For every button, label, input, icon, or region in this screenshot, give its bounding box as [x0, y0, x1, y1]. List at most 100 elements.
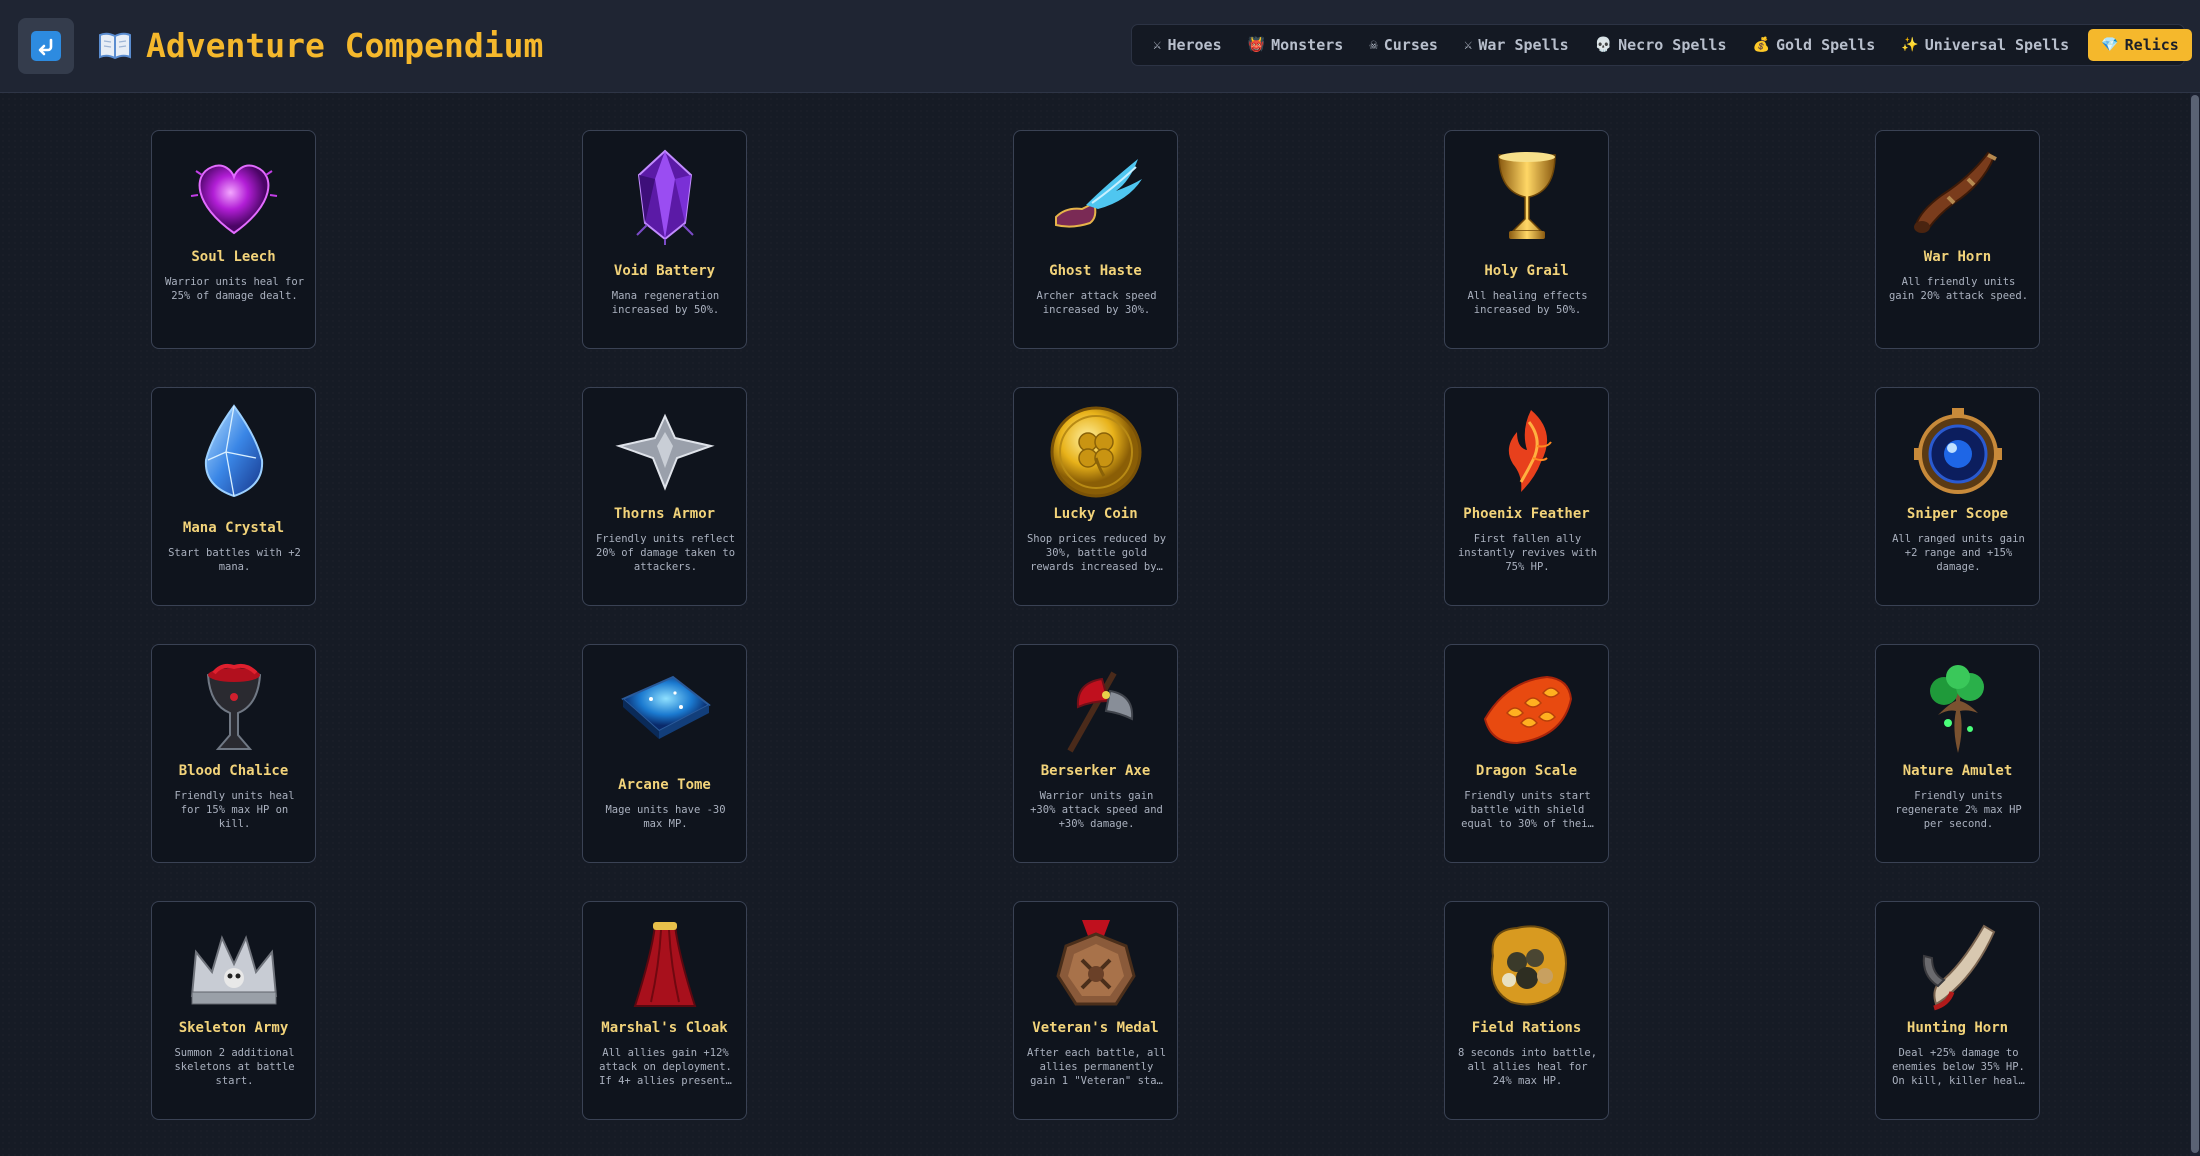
relic-name: Nature Amulet: [1902, 763, 2013, 779]
relic-card-hunting-horn[interactable]: Hunting Horn Deal +25% damage to enemies …: [1875, 901, 2040, 1120]
tab-label: Monsters: [1271, 36, 1344, 54]
relic-description: Mana regeneration increased by 50%.: [611, 290, 720, 316]
relic-card-marshal-s-cloak[interactable]: Marshal's Cloak All allies gain +12% atta…: [582, 901, 747, 1120]
relic-description: Warrior units heal for 25% of damage dea…: [164, 276, 305, 302]
skull-icon: 💀: [1594, 37, 1613, 53]
tab-label: Curses: [1383, 36, 1438, 54]
relic-card-void-battery[interactable]: Void Battery Mana regeneration increased …: [582, 130, 747, 349]
relic-card-skeleton-army[interactable]: Skeleton Army Summon 2 additional skeleto…: [151, 901, 316, 1120]
relic-card-berserker-axe[interactable]: Berserker Axe Warrior units gain +30% att…: [1013, 644, 1178, 863]
tab-relics[interactable]: 💎 Relics: [2088, 29, 2192, 61]
ration-sack-icon: [1477, 916, 1577, 1016]
relic-description: 8 seconds into battle, all allies heal f…: [1457, 1047, 1598, 1087]
tab-label: Universal Spells: [1924, 36, 2070, 54]
relic-name: Veteran's Medal: [1032, 1020, 1159, 1036]
relic-description: Warrior units gain +30% attack speed and…: [1030, 790, 1163, 830]
tab-necro-spells[interactable]: 💀 Necro Spells: [1582, 29, 1740, 61]
relic-description: Friendly units reflect 20% of damage tak…: [595, 533, 736, 573]
relic-description: First fallen ally instantly revives with…: [1457, 533, 1598, 573]
flame-feather-icon: [1477, 402, 1577, 502]
relic-card-soul-leech[interactable]: Soul Leech Warrior units heal for 25% of …: [151, 130, 316, 349]
tab-label: Gold Spells: [1775, 36, 1876, 54]
tab-war-spells[interactable]: ⚔ War Spells: [1451, 29, 1582, 61]
money-bag-icon: 💰: [1752, 37, 1770, 53]
tab-label: Heroes: [1167, 36, 1222, 54]
relic-name: Lucky Coin: [1053, 506, 1138, 522]
relic-name: War Horn: [1923, 249, 1992, 265]
relic-name: Hunting Horn: [1906, 1020, 2009, 1036]
relic-name: Soul Leech: [191, 249, 276, 265]
tab-universal-spells[interactable]: ✨ Universal Spells: [1888, 29, 2082, 61]
relic-name: Holy Grail: [1484, 263, 1569, 279]
relic-name: Field Rations: [1471, 1020, 1582, 1036]
top-bar: Adventure Compendium ⚔ Heroes 👹 Monsters ☠ Cu…: [0, 0, 2200, 93]
tab-label: Relics: [2124, 36, 2179, 54]
relic-description: Shop prices reduced by 30%, battle gold …: [1026, 533, 1167, 573]
relic-description: All friendly units gain 20% attack speed…: [1888, 276, 2029, 302]
category-tabs: ⚔ Heroes 👹 Monsters ☠ Curses ⚔ War Spells 💀 Necro…: [1131, 24, 2192, 66]
relic-name: Dragon Scale: [1475, 763, 1578, 779]
return-arrow-icon: [31, 31, 61, 61]
scope-lens-icon: [1908, 402, 2008, 502]
relic-name: Void Battery: [613, 263, 716, 279]
relic-card-blood-chalice[interactable]: Blood Chalice Friendly units heal for 15%…: [151, 644, 316, 863]
crossed-swords-icon: ⚔: [1153, 37, 1162, 53]
relic-card-veteran-s-medal[interactable]: Veteran's Medal After each battle, all al…: [1013, 901, 1178, 1120]
relic-card-field-rations[interactable]: Field Rations 8 seconds into battle, all …: [1444, 901, 1609, 1120]
gem-icon: 💎: [2101, 37, 2119, 53]
tree-amulet-icon: [1908, 659, 2008, 759]
relic-name: Mana Crystal: [182, 520, 285, 536]
relic-description: Friendly units regenerate 2% max HP per …: [1895, 790, 2022, 830]
page-title: Adventure Compendium: [146, 26, 544, 65]
spiked-armor-icon: [615, 402, 715, 502]
clover-coin-icon: [1046, 402, 1146, 502]
scrollbar-thumb[interactable]: [2191, 95, 2199, 1153]
tab-monsters[interactable]: 👹 Monsters: [1235, 29, 1357, 61]
relic-card-nature-amulet[interactable]: Nature Amulet Friendly units regenerate 2…: [1875, 644, 2040, 863]
relic-card-lucky-coin[interactable]: Lucky Coin Shop prices reduced by 30%, ba…: [1013, 387, 1178, 606]
tab-heroes[interactable]: ⚔ Heroes: [1140, 29, 1235, 61]
purple-heart-icon: [184, 145, 284, 245]
relic-description: All ranged units gain +2 range and +15% …: [1892, 533, 2025, 573]
skull-crown-icon: [184, 916, 284, 1016]
relic-name: Thorns Armor: [613, 506, 716, 522]
relic-name: Marshal's Cloak: [601, 1020, 728, 1036]
demon-face-icon: 👹: [1247, 37, 1266, 53]
vertical-scrollbar[interactable]: [2190, 93, 2200, 1156]
war-horn-icon: [1908, 145, 2008, 245]
relic-name: Ghost Haste: [1049, 263, 1142, 279]
blue-crystal-icon: [184, 402, 284, 502]
relic-card-holy-grail[interactable]: Holy Grail All healing effects increased …: [1444, 130, 1609, 349]
open-book-icon: [98, 31, 132, 61]
tab-curses[interactable]: ☠ Curses: [1356, 29, 1451, 61]
relic-description: Summon 2 additional skeletons at battle …: [174, 1047, 295, 1087]
blood-chalice-icon: [184, 659, 284, 759]
relic-card-war-horn[interactable]: War Horn All friendly units gain 20% atta…: [1875, 130, 2040, 349]
relic-card-dragon-scale[interactable]: Dragon Scale Friendly units start battle …: [1444, 644, 1609, 863]
relic-card-mana-crystal[interactable]: Mana Crystal Start battles with +2 mana.: [151, 387, 316, 606]
back-button[interactable]: [18, 18, 74, 74]
relic-description: After each battle, all allies permanentl…: [1026, 1047, 1167, 1087]
relic-card-phoenix-feather[interactable]: Phoenix Feather First fallen ally instant…: [1444, 387, 1609, 606]
relic-description: All allies gain +12% attack on deploymen…: [599, 1047, 732, 1087]
golden-chalice-icon: [1477, 145, 1577, 245]
skull-crossbones-icon: ☠: [1369, 37, 1378, 53]
tab-gold-spells[interactable]: 💰 Gold Spells: [1740, 29, 1889, 61]
tab-label: Necro Spells: [1618, 36, 1727, 54]
relic-description: Mage units have -30 max MP.: [605, 804, 726, 830]
relic-description: Archer attack speed increased by 30%.: [1036, 290, 1157, 316]
relic-description: Friendly units heal for 15% max HP on ki…: [174, 790, 295, 830]
relic-card-thorns-armor[interactable]: Thorns Armor Friendly units reflect 20% o…: [582, 387, 747, 606]
red-cloak-icon: [615, 916, 715, 1016]
relic-name: Skeleton Army: [178, 1020, 289, 1036]
hunting-horn-icon: [1908, 916, 2008, 1016]
relic-card-arcane-tome[interactable]: Arcane Tome Mage units have -30 max MP.: [582, 644, 747, 863]
dragon-scale-icon: [1477, 659, 1577, 759]
red-axe-icon: [1046, 659, 1146, 759]
relic-description: Friendly units start battle with shield …: [1461, 790, 1594, 830]
relic-card-sniper-scope[interactable]: Sniper Scope All ranged units gain +2 ran…: [1875, 387, 2040, 606]
relic-name: Arcane Tome: [618, 777, 711, 793]
winged-boot-icon: [1046, 145, 1146, 245]
relic-name: Phoenix Feather: [1463, 506, 1590, 522]
relic-card-ghost-haste[interactable]: Ghost Haste Archer attack speed increased…: [1013, 130, 1178, 349]
